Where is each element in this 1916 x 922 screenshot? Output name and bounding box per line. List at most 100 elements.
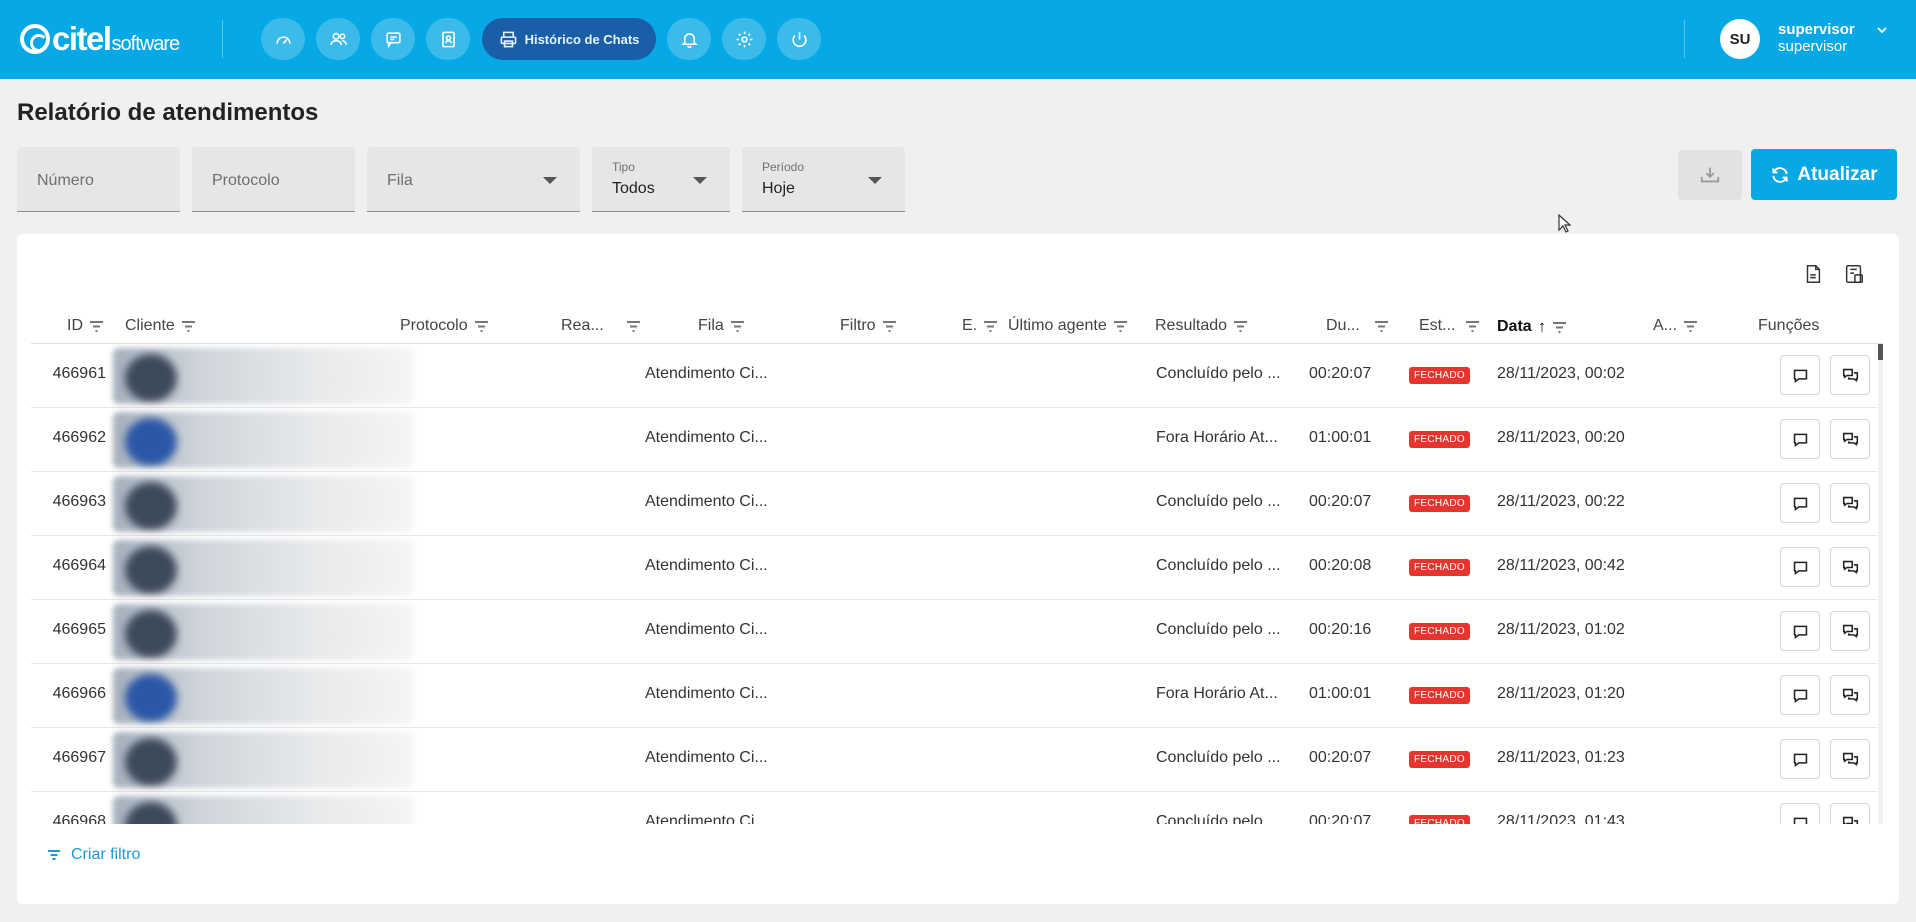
refresh-button[interactable]: Atualizar — [1751, 149, 1897, 200]
status-badge: FECHADO — [1409, 623, 1470, 640]
csv-export-icon — [1806, 265, 1821, 283]
cell-duracao: 00:20:07 — [1309, 813, 1372, 824]
table-row[interactable]: 466962 Atendimento Ci... Fora Horário At..… — [31, 408, 1877, 472]
cell-id: 466961 — [52, 365, 106, 382]
column-header-duracao[interactable]: Du... — [1326, 317, 1389, 335]
dashboard-icon — [275, 35, 291, 44]
column-header-cliente[interactable]: Cliente — [125, 317, 196, 335]
table-row[interactable]: 466967 Atendimento Ci... Concluído pelo ..… — [31, 728, 1877, 792]
download-button[interactable] — [1678, 150, 1742, 200]
cell-fila: Atendimento Ci... — [645, 813, 768, 824]
create-filter-link[interactable]: Criar filtro — [47, 846, 140, 864]
column-header-e[interactable]: E. — [962, 317, 998, 335]
dropdown-caret-icon — [868, 177, 882, 184]
nav-chat-history-button[interactable]: Histórico de Chats — [482, 18, 656, 60]
view-conversation-button[interactable] — [1830, 547, 1870, 587]
column-header-rea[interactable]: Rea... — [561, 317, 641, 335]
view-message-button[interactable] — [1780, 739, 1820, 779]
chevron-down-icon[interactable] — [1874, 22, 1890, 38]
table-row[interactable]: 466961 Atendimento Ci... Concluído pelo ..… — [31, 344, 1877, 408]
table-row[interactable]: 466965 Atendimento Ci... Concluído pelo ..… — [31, 600, 1877, 664]
nav-users-button[interactable] — [316, 18, 360, 60]
view-conversation-button[interactable] — [1830, 611, 1870, 651]
nav-settings-button[interactable] — [722, 18, 766, 60]
column-header-resultado[interactable]: Resultado — [1155, 317, 1248, 335]
view-message-button[interactable] — [1780, 547, 1820, 587]
sort-up-icon[interactable]: ↑ — [1538, 317, 1547, 337]
protocolo-placeholder: Protocolo — [212, 172, 280, 189]
filter-icon[interactable] — [730, 320, 745, 333]
column-header-data[interactable]: Data ↑ — [1497, 317, 1567, 337]
cliente-redacted-image — [113, 604, 413, 660]
nav-dashboard-button[interactable] — [261, 18, 305, 60]
column-header-a[interactable]: A... — [1653, 317, 1698, 335]
refresh-icon — [1772, 166, 1788, 183]
column-header-protocolo[interactable]: Protocolo — [400, 317, 489, 335]
column-header-id[interactable]: ID — [67, 317, 104, 335]
column-header-funcoes: Funções — [1758, 317, 1820, 334]
download-icon — [1700, 167, 1720, 183]
filter-icon[interactable] — [89, 320, 104, 333]
nav-contacts-button[interactable] — [426, 18, 470, 60]
scrollbar-thumb[interactable] — [1878, 344, 1883, 360]
filter-icon[interactable] — [1374, 320, 1389, 333]
nav-notifications-button[interactable] — [667, 18, 711, 60]
view-conversation-button[interactable] — [1830, 355, 1870, 395]
filter-icon[interactable] — [1465, 320, 1480, 333]
view-message-button[interactable] — [1780, 675, 1820, 715]
view-conversation-button[interactable] — [1830, 483, 1870, 523]
column-header-ultimo-agente[interactable]: Último agente — [1008, 317, 1128, 335]
top-bar: citel software Histórico de Chats SU sup… — [0, 0, 1916, 79]
cell-fila: Atendimento Ci... — [645, 685, 768, 702]
status-badge: FECHADO — [1409, 751, 1470, 768]
table-row[interactable]: 466963 Atendimento Ci... Concluído pelo ..… — [31, 472, 1877, 536]
protocolo-field[interactable]: Protocolo — [192, 147, 355, 212]
columns-button[interactable] — [1843, 263, 1865, 285]
table-row[interactable]: 466968 Atendimento Ci... Concluído pelo ..… — [31, 792, 1877, 824]
bell-icon — [680, 32, 698, 48]
view-conversation-button[interactable] — [1830, 419, 1870, 459]
citel-logo[interactable]: citel software — [20, 20, 180, 60]
cell-fila: Atendimento Ci... — [645, 429, 768, 446]
avatar[interactable]: SU — [1720, 19, 1760, 59]
fila-select[interactable]: Fila — [367, 147, 580, 212]
cell-duracao: 00:20:08 — [1309, 557, 1372, 574]
filter-icon[interactable] — [983, 320, 998, 333]
cell-duracao: 00:20:07 — [1309, 493, 1372, 510]
column-header-estado[interactable]: Est... — [1419, 317, 1480, 335]
column-header-fila[interactable]: Fila — [698, 317, 745, 335]
filter-icon[interactable] — [1683, 320, 1698, 333]
view-message-button[interactable] — [1780, 483, 1820, 523]
view-message-button[interactable] — [1780, 803, 1820, 824]
nav-logout-button[interactable] — [777, 18, 821, 60]
filter-icon[interactable] — [474, 320, 489, 333]
view-conversation-button[interactable] — [1830, 739, 1870, 779]
tipo-select[interactable]: Tipo Todos — [592, 147, 730, 212]
filter-icon[interactable] — [1233, 320, 1248, 333]
filter-icon[interactable] — [1552, 321, 1567, 334]
user-menu[interactable]: supervisor supervisor — [1778, 21, 1855, 55]
filter-icon[interactable] — [1113, 320, 1128, 333]
cliente-redacted-image — [113, 796, 413, 824]
filter-icon[interactable] — [626, 320, 641, 333]
filter-icon[interactable] — [882, 320, 897, 333]
view-message-button[interactable] — [1780, 611, 1820, 651]
table-row[interactable]: 466966 Atendimento Ci... Fora Horário At..… — [31, 664, 1877, 728]
nav-chat-button[interactable] — [371, 18, 415, 60]
view-message-button[interactable] — [1780, 355, 1820, 395]
view-message-button[interactable] — [1780, 419, 1820, 459]
periodo-select[interactable]: Período Hoje — [742, 147, 905, 212]
column-header-filtro[interactable]: Filtro — [840, 317, 897, 335]
users-icon — [329, 32, 347, 45]
view-conversation-button[interactable] — [1830, 803, 1870, 824]
cell-data: 28/11/2023, 01:02 — [1497, 621, 1625, 638]
numero-placeholder: Número — [37, 172, 94, 189]
numero-field[interactable]: Número — [17, 147, 180, 212]
filter-icon[interactable] — [181, 320, 196, 333]
message-icon — [1793, 817, 1807, 824]
view-conversation-button[interactable] — [1830, 675, 1870, 715]
export-csv-button[interactable] — [1802, 263, 1824, 285]
table-scrollbar[interactable] — [1878, 344, 1883, 824]
table-row[interactable]: 466964 Atendimento Ci... Concluído pelo ..… — [31, 536, 1877, 600]
columns-icon — [1845, 265, 1863, 283]
